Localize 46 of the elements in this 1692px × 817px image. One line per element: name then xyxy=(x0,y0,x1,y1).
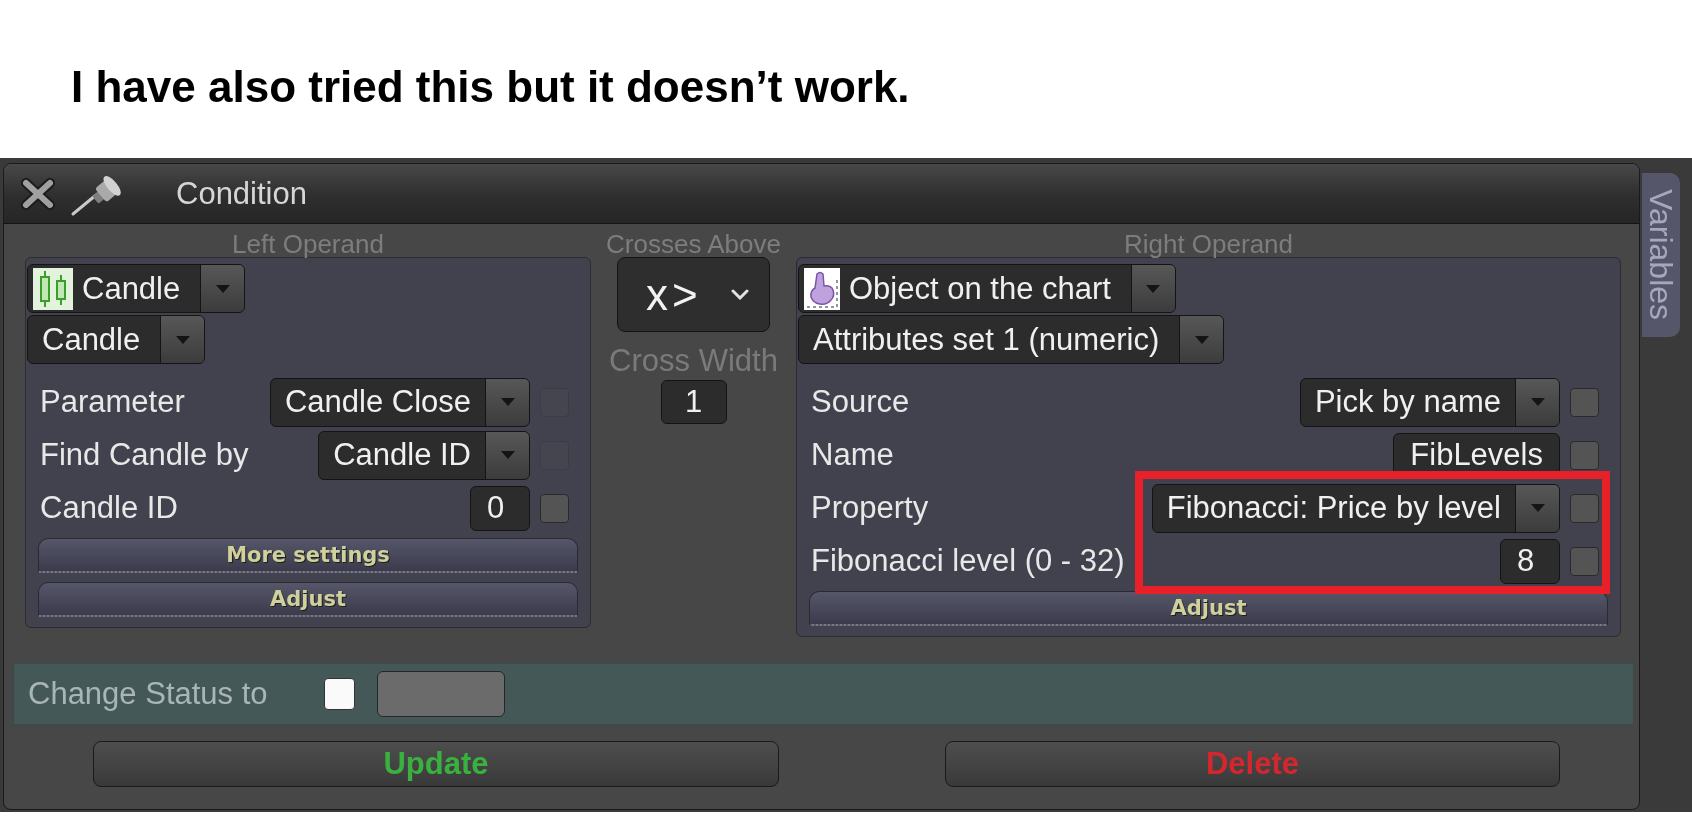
caret-icon xyxy=(175,335,190,344)
status-checkbox[interactable] xyxy=(323,678,355,710)
caret-icon xyxy=(215,284,230,293)
panel-button[interactable]: More settings xyxy=(38,538,578,573)
checkbox[interactable] xyxy=(1570,546,1599,576)
operand-type-dropdown[interactable]: Object on the chart xyxy=(798,264,1176,313)
chevron-down-icon xyxy=(731,289,749,300)
caret-icon xyxy=(500,398,515,406)
panel-button[interactable]: Adjust xyxy=(809,591,1608,626)
field-label: Find Candle by xyxy=(40,437,249,473)
value-dropdown[interactable]: Pick by name xyxy=(1299,377,1560,427)
hand-pointer-icon xyxy=(804,267,840,310)
operand-type-dropdown[interactable]: Candle xyxy=(27,264,246,313)
value-input[interactable]: 8 xyxy=(1500,538,1560,584)
field-label: Candle ID xyxy=(40,490,179,526)
candlestick-icon xyxy=(33,267,73,310)
field-label: Fibonacci level (0 - 32) xyxy=(811,543,1125,579)
caret-icon xyxy=(1146,284,1161,293)
caret-icon xyxy=(1530,398,1545,406)
status-label: Change Status to xyxy=(28,676,268,712)
operand-type-dropdown[interactable]: Attributes set 1 (numeric) xyxy=(798,315,1225,364)
close-icon[interactable] xyxy=(20,177,56,210)
value-dropdown[interactable]: Fibonacci: Price by level xyxy=(1151,483,1560,533)
caption-text: I have also tried this but it doesn’t work. xyxy=(71,61,910,113)
checkbox[interactable] xyxy=(540,493,569,523)
field-label: Property xyxy=(811,490,930,526)
operand-type-dropdown[interactable]: Candle xyxy=(27,315,206,364)
section-heading: Right Operand xyxy=(1122,232,1295,257)
value-dropdown[interactable]: Candle Close xyxy=(269,377,530,427)
panel-button[interactable]: Adjust xyxy=(38,582,578,617)
status-value-field[interactable] xyxy=(376,671,505,717)
checkbox[interactable] xyxy=(1570,493,1599,523)
checkbox[interactable] xyxy=(1570,387,1599,417)
value-dropdown[interactable]: Candle ID xyxy=(318,430,530,480)
cross-width-input[interactable]: 1 xyxy=(660,380,727,424)
operator-dropdown[interactable]: x> xyxy=(617,257,770,332)
caret-icon xyxy=(1530,504,1545,512)
field-label: Parameter xyxy=(40,384,186,420)
checkbox[interactable] xyxy=(1570,440,1599,470)
action-button[interactable]: Update xyxy=(93,741,779,787)
field-label: Source xyxy=(811,384,911,420)
field-label: Name xyxy=(811,437,895,473)
window-title: Condition xyxy=(176,175,307,212)
caret-icon xyxy=(1194,335,1209,344)
value-input[interactable]: 0 xyxy=(470,485,530,531)
caret-icon xyxy=(500,451,515,459)
